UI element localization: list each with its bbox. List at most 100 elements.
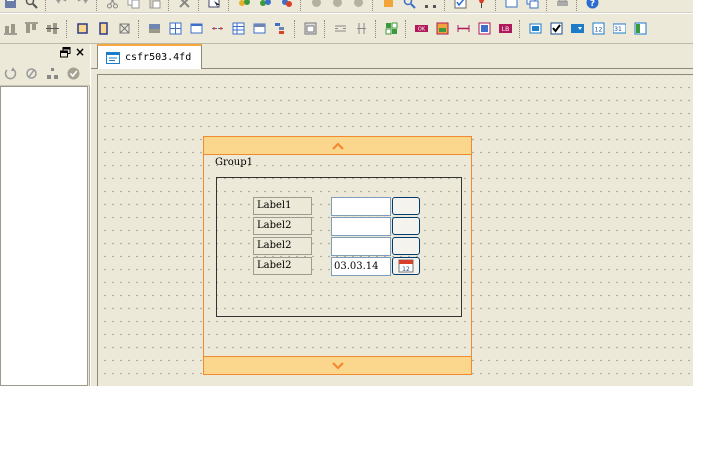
help-icon[interactable]: ? [584,0,601,11]
svg-text:OK: OK [418,27,426,33]
tree-widget-icon[interactable] [272,20,289,37]
window-icon[interactable] [503,0,520,11]
calendar-button[interactable]: 12 [392,257,420,275]
same-size-icon[interactable] [116,20,133,37]
layout-toolbar: OK LB 12 31 [0,14,693,44]
restore-window-icon[interactable] [60,47,71,58]
toolbar-separator [576,0,579,11]
text-field[interactable] [331,197,391,216]
combobox-widget-icon[interactable] [569,20,586,37]
group-box[interactable]: Label1 Label2 Label2 Label2 03.03.14 12 [216,177,462,317]
tools-icon[interactable] [380,0,397,11]
toolbar-separator [138,19,141,38]
field-label[interactable]: Label2 [253,217,312,235]
date-field[interactable]: 03.03.14 [331,257,391,276]
form-document-icon [106,51,120,64]
dateedit-widget-icon[interactable]: 12 [590,20,607,37]
redo-icon[interactable] [74,0,91,11]
select-tool-icon[interactable] [206,0,223,11]
ok-button-widget-icon[interactable]: OK [413,20,430,37]
cascade-icon[interactable] [524,0,541,11]
resize-handle-bottom[interactable] [204,356,471,374]
sync-icon[interactable] [23,65,40,82]
cut-icon[interactable] [104,0,121,11]
grid-widget-icon[interactable] [167,20,184,37]
checkbox-widget-icon[interactable] [548,20,565,37]
hline-widget-icon[interactable] [209,20,226,37]
field-button[interactable] [392,217,420,235]
structure-tree[interactable] [0,86,88,386]
undo-icon[interactable] [53,0,70,11]
vsplit-widget-icon[interactable] [353,20,370,37]
debug-icon[interactable] [308,0,325,11]
same-width-icon[interactable] [74,20,91,37]
document-tab-strip: csfr503.4fd [91,44,693,69]
toolbar-separator [168,0,171,11]
top-toolbar-row: ? [0,0,693,13]
resize-handle-top[interactable] [204,137,471,155]
run-icon[interactable] [278,0,295,11]
hierarchy-icon[interactable] [422,0,439,11]
delete-icon[interactable] [176,0,193,11]
align-middle-icon[interactable] [44,20,61,37]
group-selection-frame[interactable]: Group1 Label1 Label2 Label2 Label2 03.03… [203,136,472,375]
field-label[interactable]: Label2 [253,257,312,275]
panel-widget-icon[interactable] [251,20,268,37]
find-icon[interactable] [401,0,418,11]
field-button[interactable] [392,237,420,255]
svg-text:?: ? [590,0,595,9]
field-label[interactable]: Label2 [253,237,312,255]
stop-icon[interactable] [350,0,367,11]
checklist-icon[interactable] [452,0,469,11]
close-panel-icon[interactable]: × [74,46,86,58]
toolbar-separator [96,0,99,11]
align-top-icon[interactable] [23,20,40,37]
toolbar-separator [375,19,378,38]
field-label[interactable]: Label1 [253,197,312,215]
panel-toolbar [0,62,90,86]
field-button[interactable] [392,197,420,215]
toolbar-separator [546,0,549,11]
progress-widget-icon[interactable] [476,20,493,37]
frame-widget-icon[interactable] [302,20,319,37]
group-widget-icon[interactable] [383,20,400,37]
separator-widget-icon[interactable] [455,20,472,37]
tree-icon[interactable] [44,65,61,82]
build-icon[interactable] [236,0,253,11]
compile-icon[interactable] [257,0,274,11]
textedit-widget-icon[interactable] [632,20,649,37]
pin-icon[interactable] [473,0,490,11]
toolbar-separator [66,19,69,38]
toolbar-separator [228,0,231,11]
spinedit-widget-icon[interactable]: 31 [611,20,628,37]
svg-text:LB: LB [502,26,509,33]
hsplit-widget-icon[interactable] [332,20,349,37]
image-field-widget-icon[interactable] [434,20,451,37]
copy-icon[interactable] [125,0,142,11]
search-icon[interactable] [23,0,40,11]
paste-icon[interactable] [146,0,163,11]
toolbar-separator [45,0,48,11]
document-tab[interactable]: csfr503.4fd [97,44,203,69]
text-field[interactable] [331,237,391,256]
print-icon[interactable] [554,0,571,11]
label-widget-icon[interactable]: LB [497,20,514,37]
edit-widget-icon[interactable] [527,20,544,37]
image-widget-icon[interactable] [146,20,163,37]
svg-text:31: 31 [614,26,622,33]
toolbar-separator [294,19,297,38]
same-height-icon[interactable] [95,20,112,37]
svg-text:12: 12 [595,27,603,34]
save-icon[interactable] [2,0,19,11]
window-widget-icon[interactable] [188,20,205,37]
chevron-up-icon [332,142,344,150]
align-bottom-icon[interactable] [2,20,19,37]
toolbar-separator [198,0,201,11]
refresh-icon[interactable] [2,65,19,82]
step-icon[interactable] [329,0,346,11]
check-icon[interactable] [65,65,82,82]
table-widget-icon[interactable] [230,20,247,37]
toolbar-separator [444,0,447,11]
text-field[interactable] [331,217,391,236]
panel-header: × [0,44,90,62]
